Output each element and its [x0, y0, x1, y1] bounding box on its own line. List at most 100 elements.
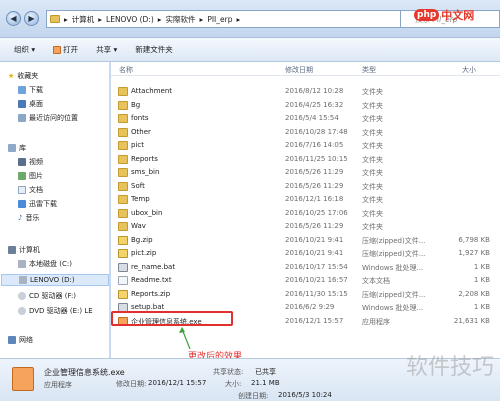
file-row[interactable]: fonts 2016/5/4 15:54 文件夹: [111, 112, 500, 126]
desktop-icon: [18, 100, 26, 108]
file-name: Temp: [131, 195, 150, 203]
column-header: 名称 修改日期 类型 大小: [111, 62, 500, 76]
file-type: 压缩(zipped)文件...: [362, 290, 426, 299]
file-row[interactable]: Bg.zip 2016/10/21 9:41 压缩(zipped)文件... 6,79…: [111, 234, 500, 248]
details-shared-label: 共享状态:: [213, 368, 244, 376]
file-row[interactable]: Reports 2016/11/25 10:15 文件夹: [111, 153, 500, 167]
folder-icon: [50, 15, 60, 23]
nav-lenovo-d[interactable]: LENOVO (D:): [1, 274, 109, 286]
file-row[interactable]: pict 2016/7/16 14:05 文件夹: [111, 139, 500, 153]
music-icon: ♪: [18, 214, 23, 222]
organize-button[interactable]: 组织 ▾: [14, 44, 35, 55]
nav-cd-drive-f[interactable]: CD 驱动器 (F:): [18, 290, 76, 302]
zip-file-icon: [118, 289, 128, 299]
nav-downloads[interactable]: 下载: [18, 84, 43, 96]
nav-network[interactable]: 网络: [8, 334, 33, 346]
file-name: Wav: [131, 222, 146, 230]
file-type: Windows 批处理...: [362, 263, 424, 272]
column-type[interactable]: 类型: [362, 65, 376, 75]
file-row[interactable]: Reports.zip 2016/11/30 15:15 压缩(zipped)文件.…: [111, 288, 500, 302]
file-type: 文件夹: [362, 142, 383, 150]
share-button[interactable]: 共享 ▾: [96, 44, 117, 55]
file-date: 2016/11/30 15:15: [285, 289, 348, 298]
file-row[interactable]: Temp 2016/12/1 16:18 文件夹: [111, 193, 500, 207]
nav-local-disk-c[interactable]: 本地磁盘 (C:): [18, 258, 72, 270]
file-row[interactable]: re_name.bat 2016/10/17 15:54 Windows 批处理..…: [111, 261, 500, 275]
file-name: Reports.zip: [131, 289, 171, 298]
column-date[interactable]: 修改日期: [285, 65, 313, 75]
address-toolbar: ◀ ▶ ▸ 计算机 ▸ LENOVO (D:) ▸ 实際软件 ▸ PII_erp…: [0, 0, 500, 38]
file-row[interactable]: Wav 2016/5/26 11:29 文件夹: [111, 220, 500, 234]
nav-music[interactable]: ♪ 音乐: [18, 212, 39, 224]
file-type: 文件夹: [362, 182, 383, 191]
file-type: 文件夹: [362, 196, 383, 204]
file-type: 文件夹: [362, 101, 383, 110]
selected-file-highlight: [111, 311, 233, 326]
file-size: 21,631 KB: [453, 316, 490, 325]
watermark-text: 软件技巧: [405, 355, 494, 380]
nav-desktop[interactable]: 桌面: [18, 98, 43, 110]
file-name: fonts: [131, 114, 149, 122]
folder-icon: [118, 154, 128, 164]
nav-recent[interactable]: 最近访问的位置: [18, 112, 78, 124]
address-bar[interactable]: ▸ 计算机 ▸ LENOVO (D:) ▸ 实際软件 ▸ PII_erp ▸: [46, 10, 410, 28]
file-size: 2,208 KB: [458, 289, 490, 298]
file-row[interactable]: Readme.txt 2016/10/21 16:57 文本文档 1 KB: [111, 274, 500, 288]
file-row[interactable]: ubox_bin 2016/10/25 17:06 文件夹: [111, 207, 500, 221]
file-date: 2016/12/1 15:57: [285, 316, 344, 325]
video-icon: [18, 158, 26, 166]
breadcrumb-software[interactable]: 实際软件: [166, 14, 196, 25]
file-name: Bg: [131, 100, 141, 109]
file-size: 6,798 KB: [458, 235, 490, 244]
file-type: 文件夹: [362, 169, 383, 177]
thunder-icon: [18, 200, 26, 208]
breadcrumb-pii-erp[interactable]: PII_erp: [207, 15, 232, 24]
nav-thunder-downloads[interactable]: 迅雷下载: [18, 198, 57, 210]
column-size[interactable]: 大小: [462, 65, 476, 75]
logo-text: 中文网: [441, 9, 475, 22]
details-modified-value: 2016/12/1 15:57: [148, 379, 207, 387]
column-name[interactable]: 名称: [119, 65, 133, 75]
details-size-label: 大小:: [225, 380, 242, 388]
nav-dvd-drive-e[interactable]: DVD 驱动器 (E:) LE: [18, 305, 93, 317]
file-name: setup.bat: [131, 303, 165, 311]
details-shared-value: 已共享: [255, 368, 276, 376]
file-date: 2016/10/25 17:06: [285, 208, 348, 217]
nav-documents[interactable]: 文档: [18, 184, 43, 196]
recent-places-icon: [18, 114, 26, 122]
file-row[interactable]: Other 2016/10/28 17:48 文件夹: [111, 126, 500, 140]
forward-button[interactable]: ▶: [24, 11, 39, 26]
folder-icon: [118, 195, 128, 204]
file-type: 文件夹: [362, 155, 383, 164]
navigation-pane: ★ 收藏夹 下载 桌面 最近访问的位置 库 视频 图片 文档 迅雷下载 ♪ 音乐…: [0, 62, 110, 358]
file-date: 2016/7/16 14:05: [285, 141, 344, 149]
file-name: re_name.bat: [131, 262, 176, 271]
file-type: 压缩(zipped)文件...: [362, 250, 426, 258]
file-row[interactable]: Bg 2016/4/25 16:32 文件夹: [111, 99, 500, 113]
back-button[interactable]: ◀: [6, 11, 21, 26]
open-button[interactable]: 打开: [53, 44, 78, 55]
breadcrumb-computer[interactable]: 计算机: [72, 14, 95, 25]
breadcrumb-lenovo[interactable]: LENOVO (D:): [106, 15, 154, 24]
download-icon: [18, 86, 26, 94]
folder-icon: [118, 87, 128, 96]
details-filetype: 应用程序: [44, 381, 72, 389]
details-size-value: 21.1 MB: [251, 379, 280, 387]
file-type: 文件夹: [362, 115, 383, 123]
file-row[interactable]: pict.zip 2016/10/21 9:41 压缩(zipped)文件... 1,…: [111, 247, 500, 261]
file-date: 2016/4/25 16:32: [285, 100, 344, 109]
file-name: ubox_bin: [131, 208, 163, 217]
new-folder-button[interactable]: 新建文件夹: [135, 44, 173, 55]
file-date: 2016/6/2 9:29: [285, 303, 335, 311]
nav-pictures[interactable]: 图片: [18, 170, 43, 182]
file-row[interactable]: sms_bin 2016/5/26 11:29 文件夹: [111, 166, 500, 180]
nav-videos[interactable]: 视频: [18, 156, 43, 168]
folder-icon: [118, 208, 128, 218]
folder-icon: [118, 100, 128, 110]
file-row[interactable]: Attachment 2016/8/12 10:28 文件夹: [111, 85, 500, 99]
nav-libraries[interactable]: 库: [8, 142, 26, 154]
file-row[interactable]: Soft 2016/5/26 11:29 文件夹: [111, 180, 500, 194]
file-type: 文件夹: [362, 209, 383, 218]
nav-favorites[interactable]: ★ 收藏夹: [8, 70, 38, 82]
nav-computer[interactable]: 计算机: [8, 244, 40, 256]
